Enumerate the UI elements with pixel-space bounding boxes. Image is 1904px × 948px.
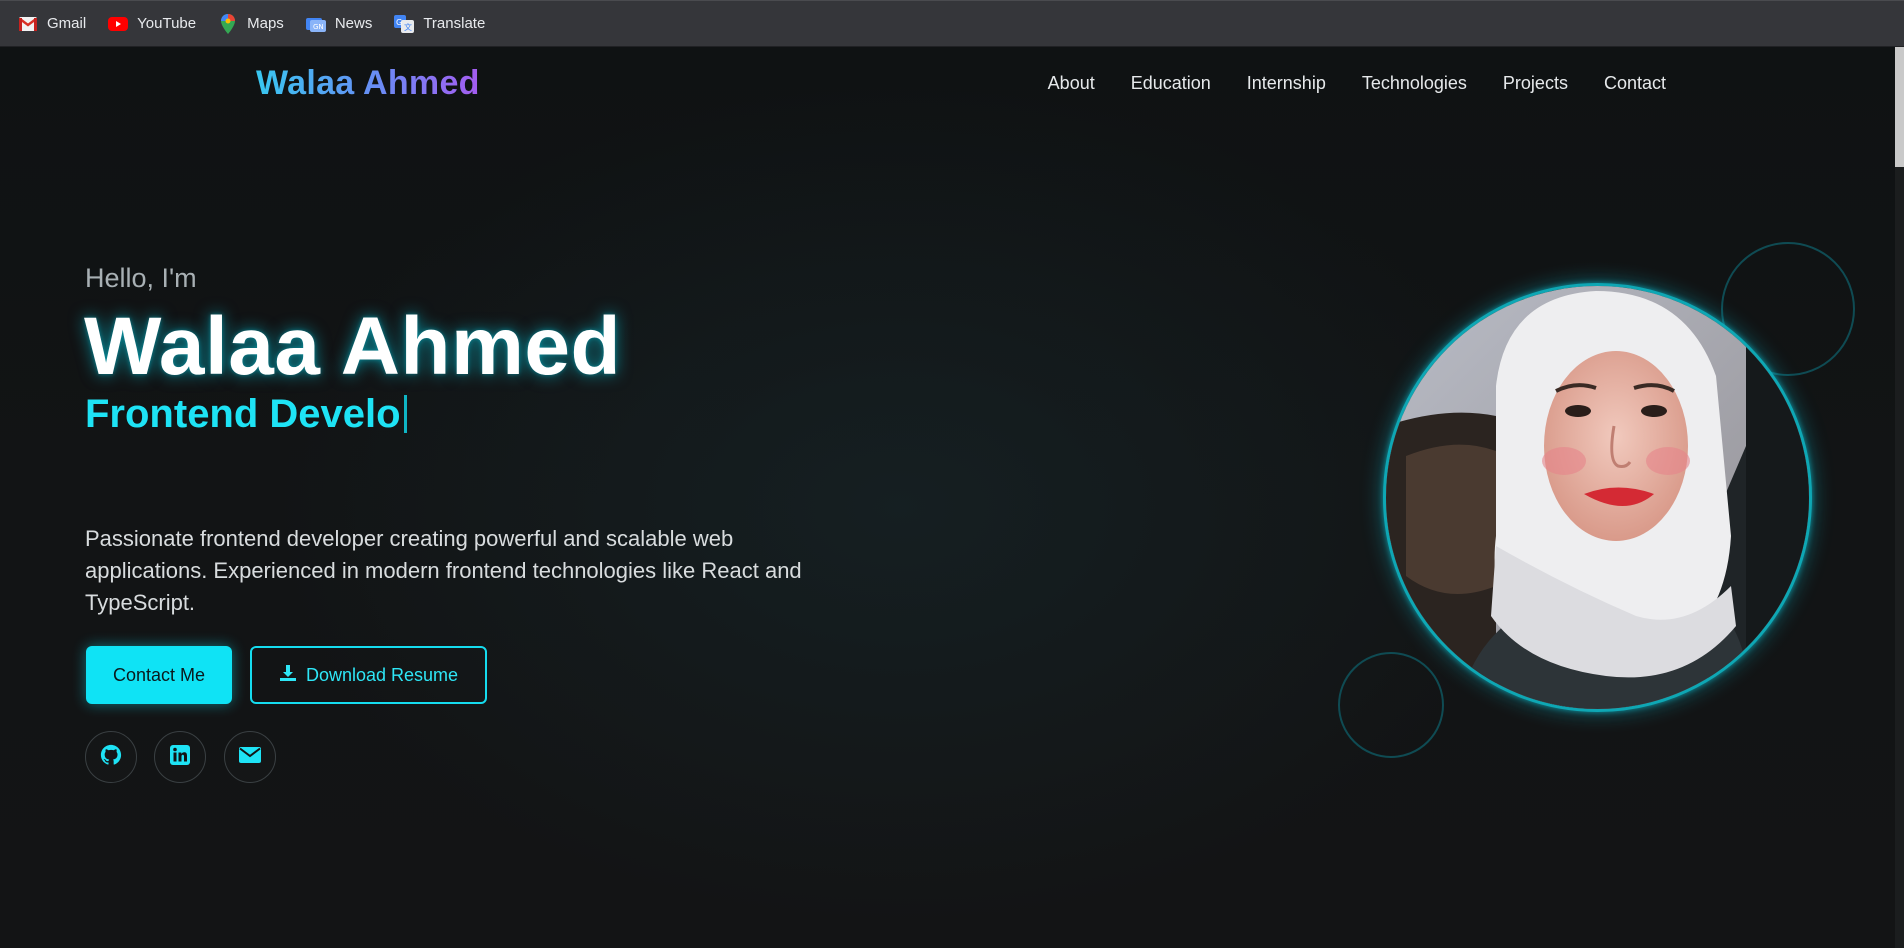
svg-text:GN: GN bbox=[313, 23, 324, 31]
bookmark-gmail[interactable]: Gmail bbox=[16, 9, 96, 39]
translate-icon: G文 bbox=[394, 14, 415, 34]
email-link[interactable] bbox=[224, 731, 276, 783]
github-icon bbox=[100, 744, 122, 771]
bookmark-maps[interactable]: Maps bbox=[216, 9, 294, 39]
maps-icon bbox=[218, 13, 238, 34]
bookmark-translate[interactable]: G文 Translate bbox=[392, 9, 495, 39]
download-icon bbox=[279, 664, 297, 687]
site-logo[interactable]: Walaa Ahmed bbox=[256, 64, 480, 103]
scrollbar-thumb[interactable] bbox=[1895, 47, 1904, 167]
svg-text:G: G bbox=[396, 18, 402, 27]
hero-role: Frontend Develo bbox=[85, 392, 407, 437]
linkedin-icon bbox=[170, 744, 190, 770]
nav-link-contact[interactable]: Contact bbox=[1604, 73, 1666, 94]
youtube-icon bbox=[108, 14, 129, 34]
github-link[interactable] bbox=[85, 731, 137, 783]
typing-caret bbox=[403, 395, 407, 433]
decorative-ring-bottom bbox=[1338, 652, 1444, 758]
download-resume-label: Download Resume bbox=[305, 664, 459, 685]
hero-name: Walaa Ahmed bbox=[84, 301, 622, 392]
bookmarks-bar: Gmail YouTube Maps GN News G文 Translate bbox=[0, 0, 1904, 47]
gmail-icon bbox=[18, 14, 38, 34]
linkedin-link[interactable] bbox=[154, 731, 206, 783]
svg-text:文: 文 bbox=[404, 22, 412, 32]
hero-role-text: Frontend Develo bbox=[85, 392, 401, 436]
nav-link-education[interactable]: Education bbox=[1131, 73, 1211, 94]
download-resume-button[interactable]: Download Resume bbox=[250, 646, 487, 704]
bookmark-news[interactable]: GN News bbox=[304, 9, 383, 39]
contact-me-label: Contact Me bbox=[112, 664, 206, 685]
main-nav: About Education Internship Technologies … bbox=[1048, 73, 1666, 94]
contact-me-button[interactable]: Contact Me bbox=[86, 646, 232, 704]
news-icon: GN bbox=[305, 14, 326, 34]
page-scrollbar[interactable] bbox=[1895, 47, 1904, 948]
nav-link-technologies[interactable]: Technologies bbox=[1362, 73, 1467, 94]
profile-photo-illustration bbox=[1386, 286, 1809, 709]
hero-description: Passionate frontend developer creating p… bbox=[85, 526, 802, 615]
email-icon bbox=[239, 746, 261, 768]
portfolio-page: Walaa Ahmed About Education Internship T… bbox=[0, 47, 1904, 948]
nav-link-projects[interactable]: Projects bbox=[1503, 73, 1568, 94]
bookmark-youtube[interactable]: YouTube bbox=[106, 9, 206, 39]
nav-link-internship[interactable]: Internship bbox=[1247, 73, 1326, 94]
nav-link-about[interactable]: About bbox=[1048, 73, 1095, 94]
hero-greeting: Hello, I'm bbox=[85, 263, 197, 293]
profile-photo bbox=[1383, 283, 1812, 712]
